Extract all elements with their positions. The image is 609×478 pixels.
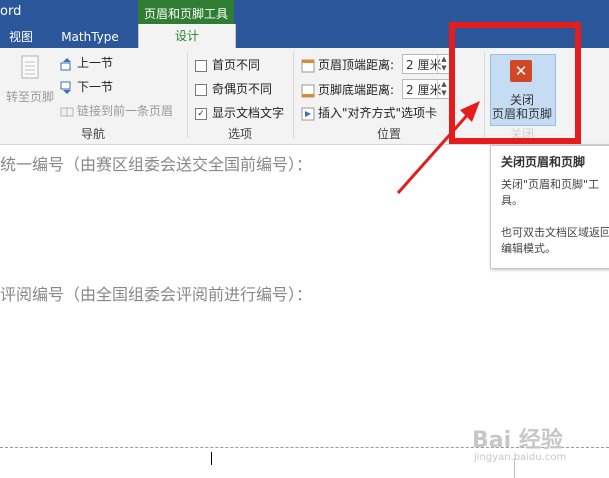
watermark-url: jingyan.baidu.com bbox=[474, 452, 567, 463]
annotation-arrow-icon bbox=[396, 101, 480, 194]
watermark: Bai 经验 bbox=[472, 428, 563, 453]
